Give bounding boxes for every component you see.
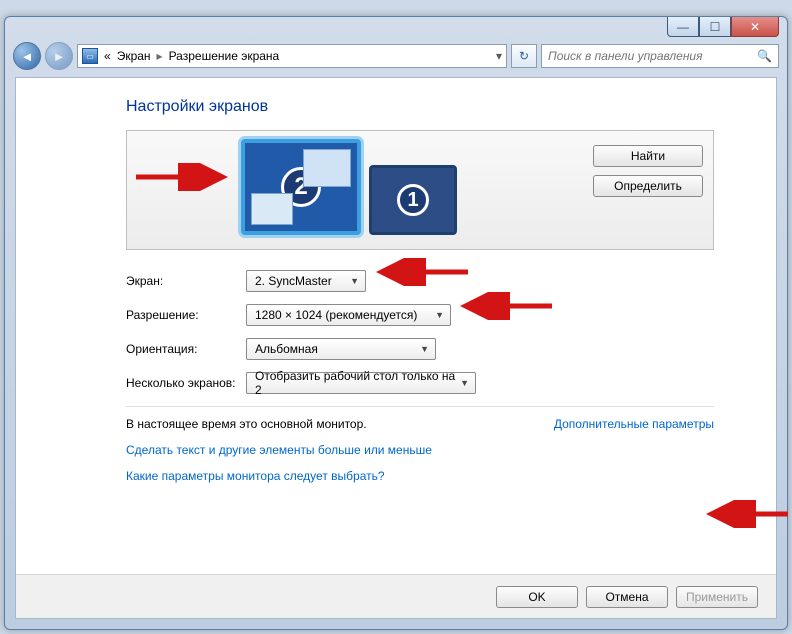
orientation-value: Альбомная xyxy=(255,342,318,356)
maximize-button[interactable]: ☐ xyxy=(699,17,731,37)
orientation-label: Ориентация: xyxy=(126,342,246,356)
content-pane: Настройки экранов 2 1 Найти Определить xyxy=(15,77,777,619)
primary-monitor-note: В настоящее время это основной монитор. xyxy=(126,417,367,431)
screen-label: Экран: xyxy=(126,274,246,288)
search-icon[interactable]: 🔍 xyxy=(757,49,772,63)
navigation-bar: ◄ ► ▭ « Экран ▸ Разрешение экрана ▾ ↻ 🔍 xyxy=(13,41,779,71)
ok-button[interactable]: OK xyxy=(496,586,578,608)
page-title: Настройки экранов xyxy=(126,98,776,116)
chevron-down-icon: ▼ xyxy=(460,378,469,388)
monitor-help-link[interactable]: Какие параметры монитора следует выбрать… xyxy=(126,469,776,483)
monitor-1[interactable]: 1 xyxy=(369,165,457,235)
chevron-down-icon: ▼ xyxy=(350,276,359,286)
multi-dropdown[interactable]: Отобразить рабочий стол только на 2 ▼ xyxy=(246,372,476,394)
resolution-label: Разрешение: xyxy=(126,308,246,322)
resolution-dropdown[interactable]: 1280 × 1024 (рекомендуется) ▼ xyxy=(246,304,451,326)
multi-value: Отобразить рабочий стол только на 2 xyxy=(255,369,460,397)
back-button[interactable]: ◄ xyxy=(13,42,41,70)
monitor-2-label: 2 xyxy=(281,167,321,207)
forward-button[interactable]: ► xyxy=(45,42,73,70)
titlebar-buttons: — ☐ ✕ xyxy=(667,17,779,37)
screen-value: 2. SyncMaster xyxy=(255,274,332,288)
breadcrumb-item-resolution[interactable]: Разрешение экрана xyxy=(169,49,280,63)
search-box[interactable]: 🔍 xyxy=(541,44,779,68)
minimize-button[interactable]: — xyxy=(667,17,699,37)
orientation-dropdown[interactable]: Альбомная ▼ xyxy=(246,338,436,360)
chevron-down-icon: ▼ xyxy=(420,344,429,354)
apply-button[interactable]: Применить xyxy=(676,586,758,608)
breadcrumb-prefix: « xyxy=(104,49,111,63)
monitor-preview-area: 2 1 Найти Определить xyxy=(126,130,714,250)
window-frame: — ☐ ✕ ◄ ► ▭ « Экран ▸ Разрешение экрана … xyxy=(4,16,788,630)
text-size-link[interactable]: Сделать текст и другие элементы больше и… xyxy=(126,443,776,457)
cancel-button[interactable]: Отмена xyxy=(586,586,668,608)
resolution-value: 1280 × 1024 (рекомендуется) xyxy=(255,308,417,322)
address-bar[interactable]: ▭ « Экран ▸ Разрешение экрана ▾ xyxy=(77,44,507,68)
chevron-down-icon: ▼ xyxy=(435,310,444,320)
dialog-footer: OK Отмена Применить xyxy=(16,574,776,618)
screen-dropdown[interactable]: 2. SyncMaster ▼ xyxy=(246,270,366,292)
refresh-button[interactable]: ↻ xyxy=(511,44,537,68)
search-input[interactable] xyxy=(548,49,757,63)
close-button[interactable]: ✕ xyxy=(731,17,779,37)
advanced-settings-link[interactable]: Дополнительные параметры xyxy=(554,417,714,431)
address-dropdown-icon[interactable]: ▾ xyxy=(496,49,502,63)
breadcrumb-separator-icon: ▸ xyxy=(157,49,163,63)
multi-label: Несколько экранов: xyxy=(126,376,246,390)
identify-button[interactable]: Определить xyxy=(593,175,703,197)
breadcrumb-item-screen[interactable]: Экран xyxy=(117,49,151,63)
control-panel-icon: ▭ xyxy=(82,48,98,64)
find-button[interactable]: Найти xyxy=(593,145,703,167)
monitor-1-label: 1 xyxy=(397,184,429,216)
monitor-2[interactable]: 2 xyxy=(241,139,361,235)
